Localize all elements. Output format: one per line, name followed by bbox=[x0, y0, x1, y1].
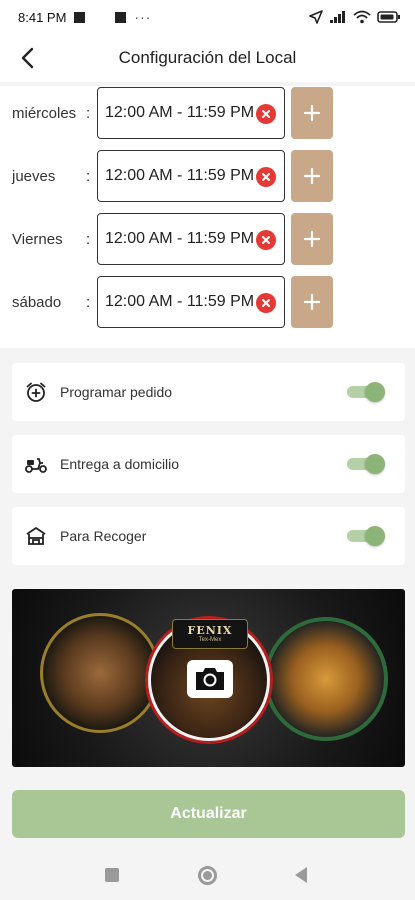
toggle-switch[interactable] bbox=[347, 526, 385, 546]
app-header: Configuración del Local bbox=[0, 34, 415, 82]
store-banner-image: FENIX Tex-Mex bbox=[12, 589, 405, 767]
notification-square-icon bbox=[115, 11, 127, 23]
clear-hours-button[interactable] bbox=[256, 293, 276, 313]
day-label: sábado bbox=[12, 294, 62, 311]
store-icon bbox=[24, 524, 48, 548]
day-separator: : bbox=[86, 231, 91, 248]
schedule-row: Viernes : 12:00 AM - 11:59 PM bbox=[0, 213, 415, 267]
switch-knob bbox=[365, 526, 385, 546]
status-left: 8:41 PM ··· bbox=[18, 9, 151, 25]
schedule-row: sábado : 12:00 AM - 11:59 PM bbox=[0, 276, 415, 330]
schedule-row: miércoles : 12:00 AM - 11:59 PM bbox=[0, 87, 415, 141]
back-button[interactable] bbox=[10, 40, 46, 76]
schedule-row: jueves : 12:00 AM - 11:59 PM bbox=[0, 150, 415, 204]
clear-hours-button[interactable] bbox=[256, 167, 276, 187]
switch-knob bbox=[365, 454, 385, 474]
logo-title: FENIX bbox=[187, 623, 233, 637]
page-title: Configuración del Local bbox=[118, 48, 297, 67]
status-time: 8:41 PM bbox=[18, 9, 67, 25]
store-logo: FENIX Tex-Mex bbox=[172, 619, 248, 649]
day-separator: : bbox=[86, 294, 91, 311]
plus-icon bbox=[303, 104, 321, 122]
day-label: miércoles bbox=[12, 105, 77, 122]
burrito-plate-image bbox=[40, 613, 160, 733]
day-label: jueves bbox=[12, 168, 56, 185]
option-label: Para Recoger bbox=[60, 528, 147, 544]
clear-x-icon bbox=[262, 110, 270, 118]
scooter-icon bbox=[24, 452, 48, 476]
add-hours-button[interactable] bbox=[291, 213, 333, 265]
day-separator: : bbox=[86, 105, 91, 122]
clear-x-icon bbox=[262, 173, 270, 181]
clear-hours-button[interactable] bbox=[256, 230, 276, 250]
update-button[interactable]: Actualizar bbox=[12, 790, 405, 838]
day-label: Viernes bbox=[12, 231, 63, 248]
option-pickup: Para Recoger bbox=[12, 507, 405, 565]
toggle-switch[interactable] bbox=[347, 382, 385, 402]
clear-hours-button[interactable] bbox=[256, 104, 276, 124]
hours-field[interactable]: 12:00 AM - 11:59 PM bbox=[97, 87, 285, 139]
recent-apps-icon[interactable] bbox=[105, 868, 119, 882]
hours-value: 12:00 AM - 11:59 PM bbox=[105, 230, 255, 247]
status-right bbox=[309, 10, 401, 24]
back-triangle-icon[interactable] bbox=[295, 867, 307, 883]
day-separator: : bbox=[86, 168, 91, 185]
hours-field[interactable]: 12:00 AM - 11:59 PM bbox=[97, 276, 285, 328]
signal-icon bbox=[330, 11, 345, 23]
hours-field[interactable]: 12:00 AM - 11:59 PM bbox=[97, 150, 285, 202]
hours-field[interactable]: 12:00 AM - 11:59 PM bbox=[97, 213, 285, 265]
logo-subtitle: Tex-Mex bbox=[198, 636, 222, 643]
system-nav-bar bbox=[0, 850, 415, 900]
alarm-add-icon bbox=[24, 380, 48, 404]
hours-value: 12:00 AM - 11:59 PM bbox=[105, 167, 255, 184]
battery-icon bbox=[377, 11, 400, 23]
option-label: Entrega a domicilio bbox=[60, 456, 180, 472]
status-overflow: ··· bbox=[134, 9, 152, 25]
home-icon[interactable] bbox=[198, 866, 217, 885]
hours-value: 12:00 AM - 11:59 PM bbox=[105, 104, 255, 121]
option-home-delivery: Entrega a domicilio bbox=[12, 435, 405, 493]
location-arrow-icon bbox=[309, 10, 323, 24]
switch-knob bbox=[365, 382, 385, 402]
add-hours-button[interactable] bbox=[291, 276, 333, 328]
chevron-left-icon bbox=[21, 47, 34, 69]
notification-square-icon bbox=[74, 11, 86, 23]
toggle-switch[interactable] bbox=[347, 454, 385, 474]
plus-icon bbox=[303, 230, 321, 248]
hours-value: 12:00 AM - 11:59 PM bbox=[105, 293, 255, 310]
plus-icon bbox=[303, 293, 321, 311]
add-hours-button[interactable] bbox=[291, 87, 333, 139]
option-label: Programar pedido bbox=[60, 384, 173, 400]
plus-icon bbox=[303, 167, 321, 185]
status-bar: 8:41 PM ··· bbox=[0, 0, 415, 34]
camera-icon bbox=[196, 668, 224, 690]
schedule-list: miércoles : 12:00 AM - 11:59 PM jueves :… bbox=[0, 86, 415, 348]
add-hours-button[interactable] bbox=[291, 150, 333, 202]
tacos-plate-image bbox=[264, 617, 388, 741]
wifi-icon bbox=[353, 10, 371, 24]
option-scheduled-order: Programar pedido bbox=[12, 363, 405, 421]
change-photo-button[interactable] bbox=[187, 660, 233, 698]
clear-x-icon bbox=[262, 299, 270, 307]
clear-x-icon bbox=[262, 236, 270, 244]
